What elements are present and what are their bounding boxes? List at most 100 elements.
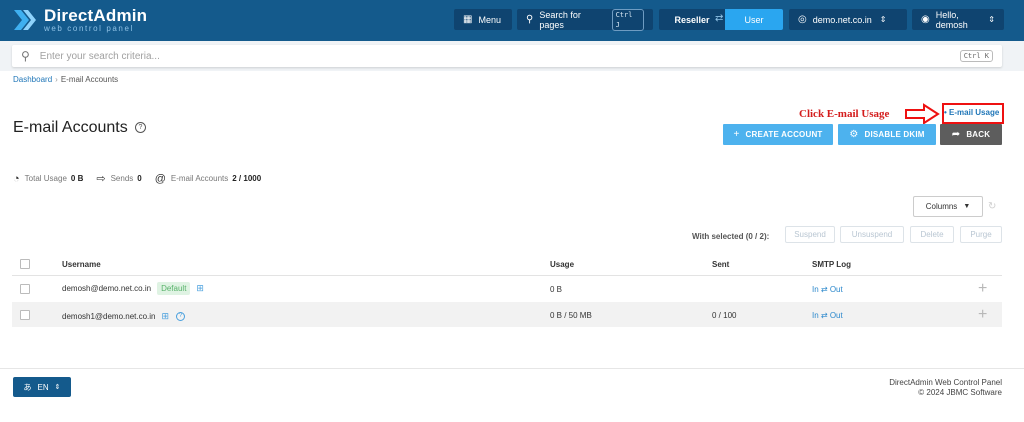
table-row: demosh@demo.net.co.in Default ⊞ 0 B In ⇄ O…: [12, 276, 1002, 302]
footer-divider: [0, 368, 1024, 369]
directadmin-logo[interactable]: DirectAdmin web control panel: [12, 5, 147, 35]
translate-icon: あ: [23, 382, 32, 392]
global-search: ⚲ Ctrl K: [12, 45, 1002, 67]
chevron-updown-icon: ⇕: [54, 384, 61, 391]
grid-icon: ▦: [463, 14, 473, 25]
sends-value: 0: [137, 174, 142, 183]
gear-icon: ⚙: [849, 129, 859, 140]
pie-chart-icon: ◔: [13, 172, 20, 185]
brand-title: DirectAdmin: [44, 6, 148, 25]
column-header-username[interactable]: Username: [62, 260, 101, 269]
back-label: BACK: [966, 130, 991, 139]
smtp-log-link[interactable]: In ⇄ Out: [812, 311, 843, 320]
username-text[interactable]: demosh1@demo.net.co.in: [62, 312, 156, 321]
email-accounts-table: Username Usage Sent SMTP Log demosh@demo…: [12, 252, 1002, 328]
search-input[interactable]: [39, 50, 940, 62]
top-navigation-bar: DirectAdmin web control panel ▦ Menu ⚲ S…: [0, 0, 1024, 41]
annotation-text: Click E-mail Usage: [799, 108, 890, 120]
column-header-smtp-log[interactable]: SMTP Log: [812, 260, 851, 269]
annotation-arrow-icon: [905, 103, 940, 125]
table-header: Username Usage Sent SMTP Log: [12, 252, 1002, 276]
row-checkbox[interactable]: [20, 284, 30, 294]
username-text[interactable]: demosh@demo.net.co.in: [62, 284, 151, 293]
columns-label: Columns: [925, 202, 958, 211]
search-strip: ⚲ Ctrl K: [0, 41, 1024, 71]
footer-product: DirectAdmin Web Control Panel: [889, 378, 1002, 387]
back-arrow-icon: ➦: [951, 129, 961, 140]
purge-button[interactable]: Purge: [960, 226, 1002, 243]
create-account-button[interactable]: + CREATE ACCOUNT: [723, 124, 833, 145]
sent-cell: 0 / 100: [712, 311, 737, 320]
at-sign-icon: @: [154, 172, 166, 185]
search-pages-label: Search for pages: [539, 9, 581, 30]
disable-dkim-button[interactable]: ⚙ DISABLE DKIM: [838, 124, 936, 145]
page-title: E-mail Accounts: [13, 119, 128, 136]
menu-label: Menu: [478, 14, 501, 25]
role-user-button[interactable]: User: [725, 9, 783, 30]
user-menu[interactable]: ◉ Hello, demosh ⇕: [912, 9, 1004, 30]
sends-label: Sends: [110, 174, 134, 183]
search-icon: ⚲: [526, 14, 534, 25]
footer-copyright: DirectAdmin Web Control Panel © 2024 JBM…: [889, 378, 1002, 398]
logo-chevron-icon: [14, 10, 36, 30]
swap-arrows-icon: ⇄: [715, 13, 724, 24]
delete-button[interactable]: Delete: [910, 226, 954, 243]
column-header-sent[interactable]: Sent: [712, 260, 729, 269]
breadcrumb: Dashboard › E-mail Accounts: [13, 75, 118, 84]
language-selector[interactable]: あ EN ⇕: [13, 377, 71, 397]
with-selected-label: With selected (0 / 2):: [692, 232, 770, 241]
default-badge: Default: [157, 282, 191, 295]
search-shortcut: Ctrl J: [611, 8, 644, 31]
suspend-button[interactable]: Suspend: [785, 226, 835, 243]
email-usage-link[interactable]: • E-mail Usage: [944, 108, 999, 117]
search-pages-button[interactable]: ⚲ Search for pages Ctrl J: [517, 8, 653, 31]
caret-down-icon: ▼: [963, 203, 971, 210]
role-switch[interactable]: Reseller ⇄ User: [659, 9, 783, 30]
smtp-log-link[interactable]: In ⇄ Out: [812, 285, 843, 294]
columns-button[interactable]: Columns ▼: [913, 196, 983, 217]
total-usage-value: 0 B: [70, 174, 84, 183]
question-icon[interactable]: ?: [176, 312, 186, 322]
help-icon[interactable]: ?: [135, 122, 146, 133]
chevron-updown-icon: ⇕: [879, 15, 887, 24]
usage-stats: ◔ Total Usage 0 B ⇨ Sends 0 @ E-mail Acc…: [13, 172, 274, 186]
chevron-updown-icon: ⇕: [988, 15, 995, 24]
breadcrumb-separator-icon: ›: [55, 75, 58, 84]
table-row: demosh1@demo.net.co.in ⊞? 0 B / 50 MB 0 /…: [12, 302, 1002, 328]
total-usage-label: Total Usage: [24, 174, 67, 183]
refresh-icon[interactable]: ↻: [988, 201, 996, 212]
breadcrumb-dashboard-link[interactable]: Dashboard: [13, 75, 52, 84]
email-accounts-value: 2 / 1000: [232, 174, 262, 183]
language-label: EN: [37, 382, 49, 392]
plus-icon: +: [733, 129, 740, 140]
login-icon[interactable]: ⊞: [196, 283, 204, 294]
back-button[interactable]: ➦ BACK: [940, 124, 1002, 145]
expand-row-plus-icon[interactable]: +: [978, 280, 987, 298]
search-icon: ⚲: [21, 49, 30, 63]
domain-selector[interactable]: ◎ demo.net.co.in ⇕: [789, 9, 907, 30]
select-all-checkbox[interactable]: [20, 259, 30, 269]
footer-copyright-line: © 2024 JBMC Software: [918, 388, 1002, 397]
menu-button[interactable]: ▦ Menu: [454, 9, 512, 30]
usage-cell: 0 B / 50 MB: [550, 311, 592, 320]
user-greeting: Hello, demosh: [935, 9, 968, 30]
username-cell: demosh@demo.net.co.in Default ⊞: [62, 282, 204, 295]
username-cell: demosh1@demo.net.co.in ⊞?: [62, 311, 186, 322]
search-shortcut-badge: Ctrl K: [959, 50, 993, 62]
login-icon[interactable]: ⊞: [162, 311, 170, 322]
send-icon: ⇨: [96, 173, 106, 185]
usage-cell: 0 B: [550, 285, 563, 294]
breadcrumb-current: E-mail Accounts: [60, 75, 119, 84]
unsuspend-button[interactable]: Unsuspend: [840, 226, 904, 243]
row-checkbox[interactable]: [20, 310, 30, 320]
expand-row-plus-icon[interactable]: +: [978, 306, 987, 324]
create-account-label: CREATE ACCOUNT: [745, 130, 823, 139]
globe-icon: ◎: [798, 14, 807, 25]
email-accounts-label: E-mail Accounts: [170, 174, 229, 183]
user-icon: ◉: [921, 14, 930, 25]
brand-subtitle: web control panel: [44, 24, 134, 33]
disable-dkim-label: DISABLE DKIM: [864, 130, 925, 139]
column-header-usage[interactable]: Usage: [550, 260, 574, 269]
email-usage-label: E-mail Usage: [949, 108, 1000, 117]
domain-label: demo.net.co.in: [812, 14, 872, 25]
